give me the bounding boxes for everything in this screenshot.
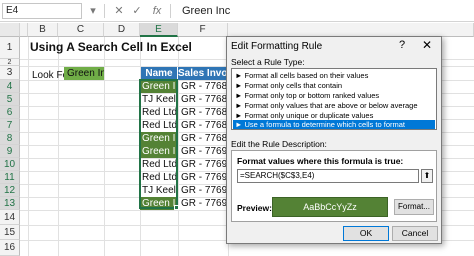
row-header[interactable]: 2 bbox=[0, 59, 20, 66]
row-header[interactable]: 13 bbox=[0, 197, 20, 210]
rule-description-panel: Format values where this formula is true… bbox=[231, 150, 437, 222]
format-button[interactable]: Format... bbox=[394, 199, 434, 215]
format-preview: AaBbCcYyZz bbox=[272, 197, 388, 217]
close-icon[interactable]: ✕ bbox=[422, 38, 432, 52]
name-box[interactable]: E4 bbox=[2, 3, 82, 19]
rule-type-item[interactable]: ► Format only top or bottom ranked value… bbox=[233, 91, 435, 100]
row-header[interactable]: 1 bbox=[0, 37, 20, 59]
cancel-entry-icon[interactable]: ✕ bbox=[112, 3, 126, 19]
row-header[interactable]: 5 bbox=[0, 93, 20, 106]
row-header[interactable]: 9 bbox=[0, 145, 20, 158]
formula-label: Format values where this formula is true… bbox=[237, 156, 404, 166]
rule-type-item[interactable]: ► Format only values that are above or b… bbox=[233, 101, 435, 110]
rule-type-item[interactable]: ► Format only cells that contain bbox=[233, 81, 435, 90]
formula-field[interactable]: =SEARCH($C$3,E4) bbox=[237, 169, 419, 183]
ok-button[interactable]: OK bbox=[343, 226, 389, 241]
sheet-title: Using A Search Cell In Excel bbox=[30, 40, 192, 54]
column-header-d[interactable]: D bbox=[104, 23, 140, 37]
edit-formatting-rule-dialog: Edit Formatting Rule ? ✕ Select a Rule T… bbox=[226, 36, 442, 244]
column-header-a[interactable] bbox=[20, 23, 28, 37]
row-header[interactable]: 14 bbox=[0, 210, 20, 225]
grid-line bbox=[104, 37, 105, 256]
rule-type-item-selected[interactable]: ► Use a formula to determine which cells… bbox=[233, 120, 435, 129]
column-header-e[interactable]: E bbox=[140, 23, 178, 37]
cell-selection-border bbox=[139, 79, 178, 209]
grid-line bbox=[28, 37, 29, 256]
collapse-dialog-icon[interactable]: ⬆ bbox=[421, 169, 433, 183]
invoice-column-header: Sales Invoice bbox=[178, 67, 228, 80]
preview-label: Preview: bbox=[237, 203, 272, 213]
column-header-rest bbox=[228, 23, 474, 37]
row-header[interactable]: 8 bbox=[0, 132, 20, 145]
fill-handle[interactable] bbox=[174, 205, 179, 210]
row-header[interactable]: 3 bbox=[0, 66, 20, 80]
formula-bar-separator bbox=[170, 4, 171, 18]
dialog-title: Edit Formatting Rule bbox=[231, 41, 323, 52]
help-icon[interactable]: ? bbox=[399, 39, 405, 51]
row-header[interactable]: 6 bbox=[0, 106, 20, 119]
look-for-input-cell[interactable]: Green Inc bbox=[64, 67, 104, 80]
formula-bar: E4 ▾ ✕ ✓ fx Green Inc bbox=[0, 0, 474, 22]
edit-rule-description-label: Edit the Rule Description: bbox=[231, 139, 327, 149]
rule-type-list[interactable]: ► Format all cells based on their values… bbox=[231, 68, 437, 130]
column-header-f[interactable]: F bbox=[178, 23, 228, 37]
name-box-dropdown-icon[interactable]: ▾ bbox=[86, 3, 100, 19]
formula-input[interactable]: Green Inc bbox=[176, 3, 472, 19]
row-header[interactable]: 16 bbox=[0, 240, 20, 256]
confirm-entry-icon[interactable]: ✓ bbox=[130, 3, 144, 19]
select-all-corner[interactable] bbox=[0, 23, 20, 37]
rule-type-item[interactable]: ► Format all cells based on their values bbox=[233, 71, 435, 80]
select-rule-type-label: Select a Rule Type: bbox=[231, 57, 305, 67]
row-header[interactable]: 12 bbox=[0, 184, 20, 197]
formula-bar-separator bbox=[104, 4, 105, 18]
row-header[interactable]: 11 bbox=[0, 171, 20, 184]
cancel-button[interactable]: Cancel bbox=[392, 226, 438, 241]
row-header[interactable]: 4 bbox=[0, 80, 20, 93]
rule-type-item[interactable]: ► Format only unique or duplicate values bbox=[233, 111, 435, 120]
column-header-b[interactable]: B bbox=[28, 23, 58, 37]
insert-function-icon[interactable]: fx bbox=[150, 3, 164, 19]
row-header[interactable]: 7 bbox=[0, 119, 20, 132]
row-header[interactable]: 15 bbox=[0, 225, 20, 240]
row-header[interactable]: 10 bbox=[0, 158, 20, 171]
column-header-c[interactable]: C bbox=[58, 23, 104, 37]
